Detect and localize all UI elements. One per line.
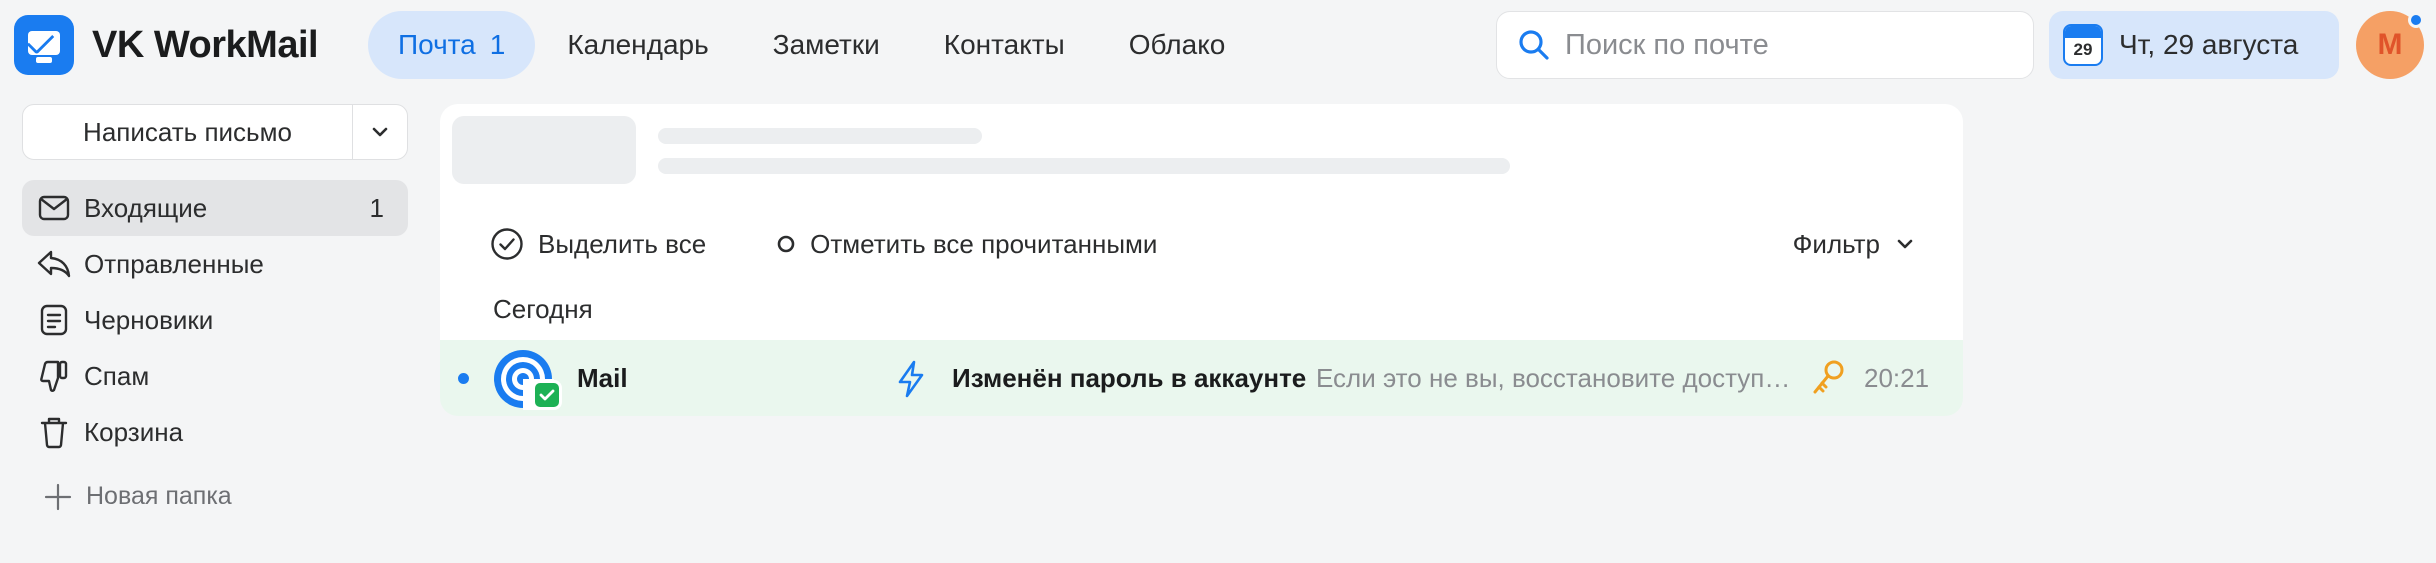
- app-root: VK WorkMail Почта 1 Календарь Заметки Ко…: [0, 0, 2436, 563]
- compose-more-button[interactable]: [353, 105, 407, 159]
- compose-split-button: Написать письмо: [22, 104, 408, 160]
- unread-indicator[interactable]: [458, 373, 469, 384]
- folder-list: Входящие 1 Отправленные Черновики Спам К…: [22, 180, 408, 460]
- message-sender: Mail: [577, 363, 628, 393]
- date-text: Чт, 29 августа: [2119, 29, 2299, 60]
- folder-label: Входящие: [84, 192, 208, 223]
- calendar-icon: 29: [2063, 24, 2103, 66]
- nav-mail-label: Почта: [398, 29, 476, 60]
- header: VK WorkMail Почта 1 Календарь Заметки Ко…: [0, 0, 2436, 90]
- new-folder-button[interactable]: Новая папка: [44, 482, 232, 511]
- filter-label: Фильтр: [1792, 228, 1880, 259]
- folder-sent[interactable]: Отправленные: [22, 236, 408, 292]
- mark-all-read-label: Отметить все прочитанными: [810, 228, 1158, 259]
- message-snippet: Если это не вы, восстановите доступ к ак…: [1316, 363, 1796, 393]
- trash-icon: [36, 414, 72, 450]
- calendar-day: 29: [2073, 40, 2093, 59]
- message-row[interactable]: Mail Изменён пароль в аккаунте Если это …: [440, 340, 1963, 416]
- folder-inbox[interactable]: Входящие 1: [22, 180, 408, 236]
- workmail-logo-icon: [14, 15, 74, 75]
- nav-calendar[interactable]: Календарь: [535, 11, 740, 79]
- chevron-down-icon: [372, 127, 388, 137]
- unread-circle-icon: [777, 235, 795, 253]
- message-subject: Изменён пароль в аккаунте: [952, 363, 1307, 393]
- folder-label: Корзина: [84, 416, 184, 447]
- search-box: [1496, 11, 2034, 79]
- loading-placeholder: [452, 116, 636, 184]
- check-circle-icon: [491, 228, 523, 260]
- plus-icon: [44, 483, 72, 510]
- verified-badge-icon: [532, 380, 562, 410]
- loading-placeholder-line: [658, 128, 982, 144]
- lightning-icon: [898, 360, 924, 398]
- select-all-label: Выделить все: [538, 228, 707, 259]
- folder-label: Отправленные: [84, 248, 264, 279]
- app-name: VK WorkMail: [92, 23, 319, 66]
- nav-mail[interactable]: Почта 1: [368, 11, 536, 79]
- key-icon: [1813, 360, 1844, 394]
- message-time: 20:21: [1864, 363, 1930, 393]
- search-icon: [1519, 30, 1549, 60]
- inbox-icon: [36, 190, 72, 226]
- notification-dot: [2408, 12, 2424, 28]
- date-widget[interactable]: 29 Чт, 29 августа: [2049, 11, 2339, 79]
- message-list-panel: Выделить все Отметить все прочитанными Ф…: [440, 104, 1963, 416]
- logo[interactable]: VK WorkMail: [14, 15, 319, 75]
- mark-all-read-button[interactable]: Отметить все прочитанными: [776, 229, 1157, 260]
- chevron-down-icon: [1897, 239, 1913, 249]
- folder-trash[interactable]: Корзина: [22, 404, 408, 460]
- drafts-icon: [36, 302, 72, 338]
- folder-drafts[interactable]: Черновики: [22, 292, 408, 348]
- nav-mail-count: 1: [489, 29, 506, 60]
- sent-icon: [36, 246, 72, 282]
- list-toolbar: Выделить все Отметить все прочитанными Ф…: [490, 222, 1914, 266]
- nav-contacts[interactable]: Контакты: [912, 11, 1097, 79]
- top-nav: Почта 1 Календарь Заметки Контакты Облак…: [368, 11, 1257, 79]
- nav-notes[interactable]: Заметки: [741, 11, 912, 79]
- search-input[interactable]: [1565, 28, 2005, 62]
- folder-label: Черновики: [84, 304, 214, 335]
- folder-count: 1: [369, 192, 384, 223]
- compose-button[interactable]: Написать письмо: [23, 105, 352, 159]
- select-all-button[interactable]: Выделить все: [490, 227, 706, 261]
- nav-cloud[interactable]: Облако: [1097, 11, 1258, 79]
- date-group-label: Сегодня: [493, 294, 593, 324]
- folder-label: Спам: [84, 360, 150, 391]
- new-folder-label: Новая папка: [86, 482, 232, 510]
- loading-placeholder-line: [658, 158, 1510, 174]
- folder-spam[interactable]: Спам: [22, 348, 408, 404]
- spam-icon: [36, 358, 72, 394]
- filter-dropdown[interactable]: Фильтр: [1793, 222, 1914, 266]
